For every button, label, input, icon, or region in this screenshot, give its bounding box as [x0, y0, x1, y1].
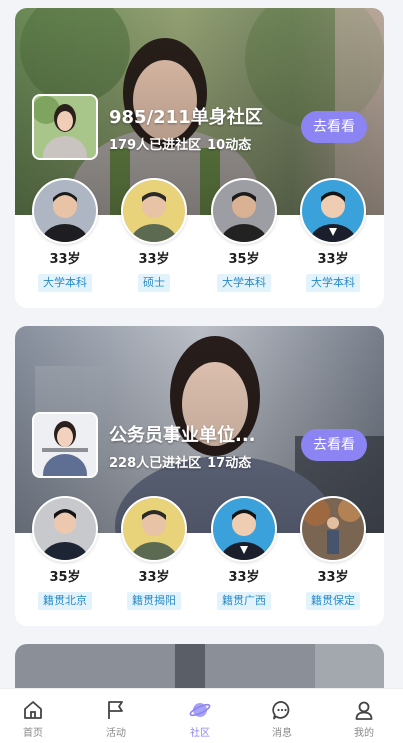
avatar: [211, 496, 277, 562]
community-feed[interactable]: 985/211单身社区 179人已进社区 10动态 去看看 33岁 大学本科 33…: [0, 0, 403, 690]
member-card[interactable]: 35岁 籍贯北京: [25, 496, 105, 610]
view-community-button[interactable]: 去看看: [301, 429, 367, 461]
avatar: [211, 178, 277, 244]
tab-label: 活动: [106, 728, 126, 739]
user-icon: [355, 701, 373, 720]
member-age: 33岁: [138, 252, 170, 267]
member-age: 35岁: [49, 570, 81, 585]
members-joined-count: 228人已进社区: [109, 456, 202, 471]
member-tag: 大学本科: [38, 274, 92, 292]
members-joined-count: 179人已进社区: [109, 138, 202, 153]
chat-bubble-icon: [272, 701, 290, 720]
community-title: 985/211单身社区: [109, 107, 263, 128]
member-card[interactable]: 33岁 大学本科: [293, 178, 373, 292]
member-age: 33岁: [138, 570, 170, 585]
tab-profile[interactable]: 我的: [324, 689, 403, 743]
community-stats: 179人已进社区 10动态: [109, 134, 251, 153]
member-tag: 籍贯保定: [306, 592, 360, 610]
member-card[interactable]: 33岁 籍贯保定: [293, 496, 373, 610]
avatar: [300, 178, 366, 244]
tab-label: 首页: [23, 728, 43, 739]
avatar: [121, 496, 187, 562]
member-tag: 大学本科: [306, 274, 360, 292]
bottom-tab-bar: 首页 活动 社区 消息 我的: [0, 688, 403, 743]
member-age: 33岁: [228, 570, 260, 585]
member-tag: 硕士: [138, 274, 170, 292]
community-card[interactable]: 公务员事业单位... 228人已进社区 17动态 去看看 35岁 籍贯北京 33岁…: [15, 326, 384, 626]
tab-community[interactable]: 社区: [160, 689, 240, 743]
member-tag: 大学本科: [217, 274, 271, 292]
community-thumbnail: [32, 412, 98, 478]
member-tag: 籍贯揭阳: [127, 592, 181, 610]
member-list: 33岁 大学本科 33岁 硕士 35岁 大学本科 33岁 大学本科: [15, 178, 384, 298]
avatar: [121, 178, 187, 244]
member-age: 33岁: [317, 252, 349, 267]
flag-icon: [108, 701, 123, 719]
member-tag: 籍贯北京: [38, 592, 92, 610]
member-tag: 籍贯广西: [217, 592, 271, 610]
community-title: 公务员事业单位...: [109, 425, 256, 446]
community-stats: 228人已进社区 17动态: [109, 452, 251, 471]
planet-icon: [189, 703, 211, 717]
member-card[interactable]: 33岁 硕士: [114, 178, 194, 292]
tab-label: 社区: [190, 728, 210, 739]
community-card[interactable]: [15, 644, 384, 690]
avatar: [32, 496, 98, 562]
member-card[interactable]: 33岁 大学本科: [25, 178, 105, 292]
member-card[interactable]: 35岁 大学本科: [204, 178, 284, 292]
tab-messages[interactable]: 消息: [242, 689, 322, 743]
community-thumbnail: [32, 94, 98, 160]
tab-activity[interactable]: 活动: [76, 689, 156, 743]
member-age: 33岁: [49, 252, 81, 267]
tab-label: 我的: [354, 728, 374, 739]
community-cover-photo: [15, 644, 384, 690]
posts-count: 10动态: [207, 138, 252, 153]
member-card[interactable]: 33岁 籍贯广西: [204, 496, 284, 610]
member-list: 35岁 籍贯北京 33岁 籍贯揭阳 33岁 籍贯广西 33岁 籍贯保定: [15, 496, 384, 616]
community-card[interactable]: 985/211单身社区 179人已进社区 10动态 去看看 33岁 大学本科 33…: [15, 8, 384, 308]
avatar: [32, 178, 98, 244]
tab-label: 消息: [272, 728, 292, 739]
posts-count: 17动态: [207, 456, 252, 471]
avatar: [300, 496, 366, 562]
view-community-button[interactable]: 去看看: [301, 111, 367, 143]
home-icon: [24, 701, 42, 719]
member-age: 33岁: [317, 570, 349, 585]
tab-home[interactable]: 首页: [0, 689, 73, 743]
member-card[interactable]: 33岁 籍贯揭阳: [114, 496, 194, 610]
member-age: 35岁: [228, 252, 260, 267]
